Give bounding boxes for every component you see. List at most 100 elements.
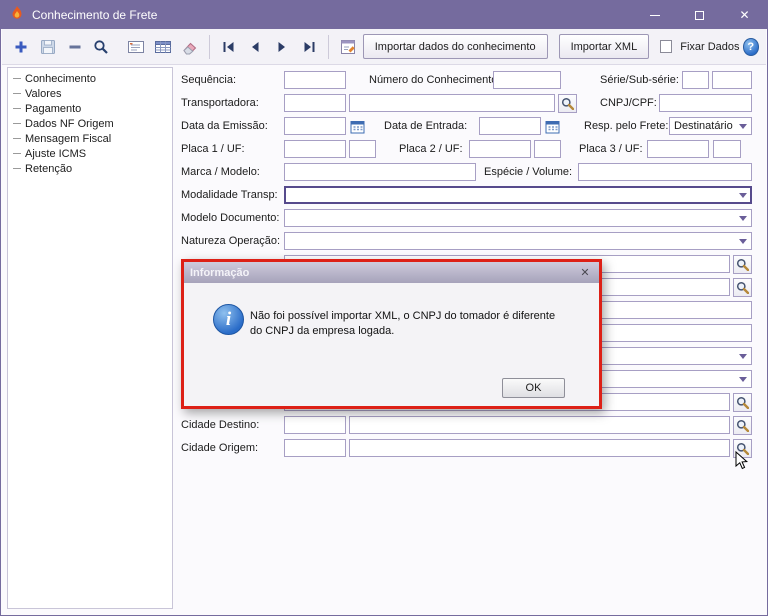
input-transportadora-nome[interactable] — [349, 94, 555, 112]
input-uf1[interactable] — [349, 140, 376, 158]
calendar-icon — [350, 120, 364, 133]
ok-button[interactable]: OK — [502, 378, 565, 398]
input-cnpj-cpf[interactable] — [659, 94, 752, 112]
titlebar: Conhecimento de Frete ✕ — [1, 1, 767, 29]
calendar-icon — [545, 120, 559, 133]
minimize-icon — [649, 14, 660, 16]
fixar-dados-label: Fixar Dados — [680, 40, 740, 53]
input-cidade-destino-codigo[interactable] — [284, 416, 346, 434]
input-data-emissao[interactable] — [284, 117, 346, 135]
lookup-button[interactable] — [733, 255, 752, 274]
lookup-button[interactable] — [733, 278, 752, 297]
save-icon — [40, 39, 55, 54]
import-xml-button[interactable]: Importar XML — [558, 34, 650, 59]
search-icon — [94, 39, 109, 54]
label-modelo-documento: Modelo Documento: — [181, 212, 280, 224]
grid-button[interactable] — [151, 34, 175, 60]
window-title: Conhecimento de Frete — [32, 8, 158, 22]
nav-first-button[interactable] — [217, 34, 241, 60]
import-wizard-button[interactable] — [336, 34, 360, 60]
input-marca-modelo[interactable] — [284, 163, 476, 181]
plus-icon — [15, 41, 27, 52]
label-modalidade: Modalidade Transp: — [181, 189, 278, 201]
help-button[interactable]: ? — [742, 37, 760, 56]
dialog-title: Informação — [190, 266, 250, 279]
label-marca-modelo: Marca / Modelo: — [181, 166, 260, 178]
add-button[interactable] — [9, 34, 33, 60]
label-resp-frete: Resp. pelo Frete: — [584, 120, 669, 132]
input-numero-conhecimento[interactable] — [493, 71, 561, 89]
magnifier-icon — [736, 281, 749, 294]
fixar-dados-checkbox[interactable] — [660, 40, 673, 53]
label-data-emissao: Data da Emissão: — [181, 120, 268, 132]
input-cidade-destino-nome[interactable] — [349, 416, 730, 434]
label-natureza-operacao: Natureza Operação: — [181, 235, 281, 247]
nav-last-button[interactable] — [297, 34, 321, 60]
app-icon — [9, 5, 25, 26]
input-cidade-origem-nome[interactable] — [349, 439, 730, 457]
lookup-button[interactable] — [733, 393, 752, 412]
dialog-message: Não foi possível importar XML, o CNPJ do… — [250, 309, 555, 339]
toolbar-separator — [208, 34, 210, 59]
close-icon: ✕ — [739, 8, 750, 22]
save-button[interactable] — [36, 34, 60, 60]
input-especie-volume[interactable] — [578, 163, 752, 181]
toolbar-separator — [328, 34, 329, 59]
clear-button[interactable] — [178, 34, 202, 60]
label-especie-volume: Espécie / Volume: — [484, 166, 573, 178]
label-placa1: Placa 1 / UF: — [181, 143, 245, 155]
input-placa2[interactable] — [469, 140, 531, 158]
input-cidade-origem-codigo[interactable] — [284, 439, 346, 457]
dialog-close-button[interactable]: ✕ — [577, 266, 593, 279]
first-record-icon — [223, 41, 234, 52]
input-placa3[interactable] — [647, 140, 709, 158]
nav-next-button[interactable] — [270, 34, 294, 60]
minimize-button[interactable] — [632, 1, 677, 29]
label-cnpj-cpf: CNPJ/CPF: — [600, 97, 657, 109]
window-controls: ✕ — [632, 1, 767, 29]
select-resp-frete[interactable]: Destinatário — [669, 117, 752, 135]
calendar-data-emissao-button[interactable] — [349, 118, 365, 134]
search-button[interactable] — [89, 34, 113, 60]
calendar-data-entrada-button[interactable] — [544, 118, 560, 134]
input-data-entrada[interactable] — [479, 117, 541, 135]
dialog-body: i Não foi possível importar XML, o CNPJ … — [184, 283, 599, 406]
dialog-titlebar: Informação ✕ — [184, 262, 599, 283]
input-serie[interactable] — [682, 71, 709, 89]
label-serie-subserie: Série/Sub-série: — [600, 74, 679, 86]
maximize-button[interactable] — [677, 1, 722, 29]
select-modalidade-transp[interactable] — [284, 186, 752, 204]
close-button[interactable]: ✕ — [722, 1, 767, 29]
label-numero-conhecimento: Número do Conhecimento: — [369, 74, 501, 86]
input-placa1[interactable] — [284, 140, 346, 158]
import-form-icon — [340, 39, 355, 54]
app-window: Conhecimento de Frete ✕ Importar dados d… — [0, 0, 768, 616]
select-natureza-operacao[interactable] — [284, 232, 752, 250]
lookup-cidade-origem-button[interactable] — [733, 439, 752, 458]
lookup-cidade-destino-button[interactable] — [733, 416, 752, 435]
last-record-icon — [304, 41, 315, 52]
select-modelo-documento[interactable] — [284, 209, 752, 227]
label-transportadora: Transportadora: — [181, 97, 259, 109]
locate-record-button[interactable] — [124, 34, 148, 60]
label-placa2: Placa 2 / UF: — [399, 143, 463, 155]
prev-record-icon — [252, 41, 259, 52]
chevron-down-icon — [739, 377, 747, 382]
remove-button[interactable] — [63, 34, 87, 60]
import-data-button[interactable]: Importar dados do conhecimento — [362, 34, 548, 59]
nav-prev-button[interactable] — [244, 34, 268, 60]
eraser-icon — [183, 42, 197, 54]
dialog-message-line2: do CNPJ da empresa logada. — [250, 325, 395, 337]
input-uf2[interactable] — [534, 140, 561, 158]
input-subserie[interactable] — [712, 71, 752, 89]
magnifier-icon — [736, 396, 749, 409]
chevron-down-icon — [739, 239, 747, 244]
label-sequencia: Sequência: — [181, 74, 237, 86]
input-transportadora-codigo[interactable] — [284, 94, 346, 112]
input-sequencia[interactable] — [284, 71, 346, 89]
lookup-transportadora-button[interactable] — [558, 94, 577, 113]
magnifier-icon — [561, 97, 574, 110]
chevron-down-icon — [739, 216, 747, 221]
label-cidade-origem: Cidade Origem: — [181, 442, 259, 454]
input-uf3[interactable] — [713, 140, 741, 158]
